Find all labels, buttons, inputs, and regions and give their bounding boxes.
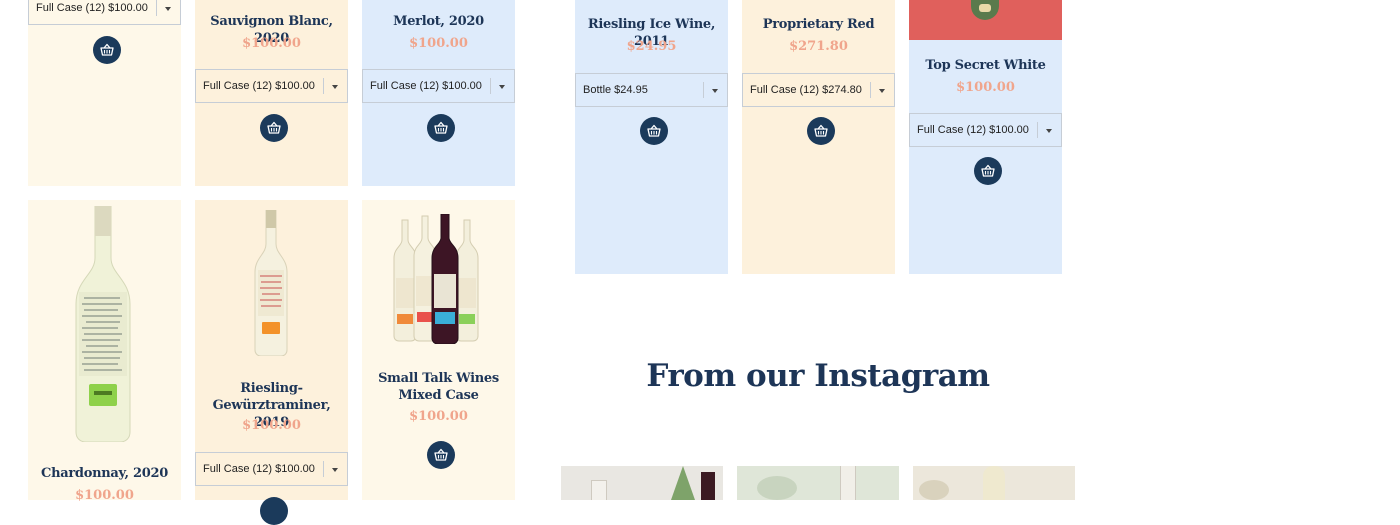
product-title[interactable]: Merlot, 2020 bbox=[362, 13, 515, 30]
variant-select-value: Bottle $24.95 bbox=[583, 84, 648, 96]
add-to-cart-button[interactable] bbox=[974, 157, 1002, 185]
product-price: $271.80 bbox=[789, 39, 848, 54]
variant-select[interactable]: Full Case (12) $100.00 bbox=[909, 113, 1062, 147]
select-divider bbox=[1037, 122, 1038, 138]
chevron-down-icon bbox=[879, 89, 885, 93]
basket-icon bbox=[434, 448, 448, 461]
product-price: $100.00 bbox=[75, 488, 134, 503]
product-image[interactable] bbox=[909, 0, 1062, 40]
add-to-cart-button[interactable] bbox=[93, 36, 121, 64]
variant-select-value: Full Case (12) $100.00 bbox=[203, 80, 315, 92]
chevron-down-icon bbox=[1046, 129, 1052, 133]
select-divider bbox=[870, 82, 871, 98]
add-to-cart-button[interactable] bbox=[640, 117, 668, 145]
product-price: $100.00 bbox=[409, 409, 468, 424]
product-card: Small Talk Wines Mixed Case $100.00 bbox=[362, 200, 515, 500]
tree-image bbox=[671, 466, 695, 500]
product-title[interactable]: Proprietary Red bbox=[742, 16, 895, 33]
select-divider bbox=[703, 82, 704, 98]
product-card: Proprietary Red $271.80 Full Case (12) $… bbox=[742, 0, 895, 274]
basket-icon bbox=[434, 121, 448, 134]
product-card: Full Case (12) $100.00 bbox=[28, 0, 181, 186]
product-image[interactable] bbox=[251, 210, 291, 356]
variant-select[interactable]: Full Case (12) $100.00 bbox=[195, 69, 348, 103]
add-to-cart-button[interactable] bbox=[427, 441, 455, 469]
product-image[interactable] bbox=[392, 214, 486, 344]
product-price: $100.00 bbox=[242, 36, 301, 51]
chevron-down-icon bbox=[499, 85, 505, 89]
instagram-photo[interactable] bbox=[737, 466, 899, 500]
add-to-cart-button[interactable] bbox=[260, 497, 288, 525]
bottle-image bbox=[701, 472, 715, 500]
variant-select-value: Full Case (12) $100.00 bbox=[36, 2, 148, 14]
variant-select[interactable]: Bottle $24.95 bbox=[575, 73, 728, 107]
product-card: Merlot, 2020 $100.00 Full Case (12) $100… bbox=[362, 0, 515, 186]
product-image[interactable] bbox=[68, 206, 138, 442]
product-price: $100.00 bbox=[242, 418, 301, 433]
variant-select-value: Full Case (12) $100.00 bbox=[917, 124, 1029, 136]
variant-select[interactable]: Full Case (12) $100.00 bbox=[195, 452, 348, 486]
add-to-cart-button[interactable] bbox=[260, 114, 288, 142]
basket-icon bbox=[267, 121, 281, 134]
add-to-cart-button[interactable] bbox=[807, 117, 835, 145]
bottle-image bbox=[840, 466, 856, 500]
variant-select-value: Full Case (12) $100.00 bbox=[203, 463, 315, 475]
select-divider bbox=[323, 78, 324, 94]
chevron-down-icon bbox=[332, 468, 338, 472]
select-divider bbox=[490, 78, 491, 94]
product-card: Top Secret White $100.00 Full Case (12) … bbox=[909, 0, 1062, 274]
instagram-photo[interactable] bbox=[913, 466, 1075, 500]
select-divider bbox=[156, 0, 157, 16]
product-price: $100.00 bbox=[409, 36, 468, 51]
basket-icon bbox=[647, 124, 661, 137]
bottle-label-image bbox=[979, 4, 991, 12]
bottle-image bbox=[983, 466, 1005, 500]
instagram-heading: From our Instagram bbox=[646, 358, 990, 394]
bottle-image bbox=[591, 480, 607, 500]
product-card: Riesling Ice Wine, 2011 $24.95 Bottle $2… bbox=[575, 0, 728, 274]
greenery-image bbox=[919, 480, 949, 500]
product-title[interactable]: Chardonnay, 2020 bbox=[28, 465, 181, 482]
product-title[interactable]: Small Talk Wines Mixed Case bbox=[366, 370, 511, 404]
chevron-down-icon bbox=[712, 89, 718, 93]
product-card: Sauvignon Blanc, 2020 $100.00 Full Case … bbox=[195, 0, 348, 186]
basket-icon bbox=[814, 124, 828, 137]
variant-select-value: Full Case (12) $100.00 bbox=[370, 80, 482, 92]
greenery-image bbox=[757, 476, 797, 500]
variant-select[interactable]: Full Case (12) $100.00 bbox=[362, 69, 515, 103]
variant-select[interactable]: Full Case (12) $274.80 bbox=[742, 73, 895, 107]
variant-select[interactable]: Full Case (12) $100.00 bbox=[28, 0, 181, 25]
basket-icon bbox=[100, 43, 114, 56]
chevron-down-icon bbox=[165, 7, 171, 11]
product-price: $100.00 bbox=[956, 80, 1015, 95]
instagram-photo[interactable] bbox=[561, 466, 723, 500]
product-price: $24.95 bbox=[626, 39, 677, 54]
product-card: Chardonnay, 2020 $100.00 bbox=[28, 200, 181, 503]
add-to-cart-button[interactable] bbox=[427, 114, 455, 142]
select-divider bbox=[323, 461, 324, 477]
chevron-down-icon bbox=[332, 85, 338, 89]
product-card: Riesling-Gewürztraminer, 2019 $100.00 Fu… bbox=[195, 200, 348, 525]
product-title[interactable]: Top Secret White bbox=[909, 57, 1062, 74]
basket-icon bbox=[981, 164, 995, 177]
variant-select-value: Full Case (12) $274.80 bbox=[750, 84, 862, 96]
